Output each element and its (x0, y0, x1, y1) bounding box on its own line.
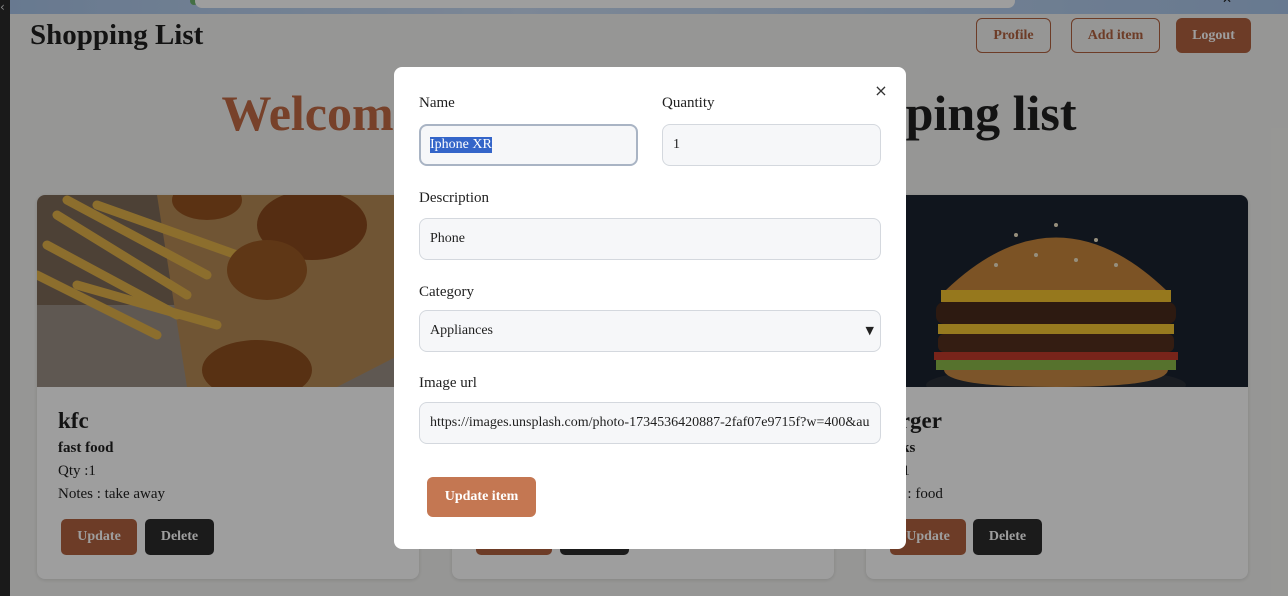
category-value: Appliances (430, 323, 493, 338)
image-url-field[interactable]: https://images.unsplash.com/photo-173453… (419, 402, 881, 444)
quantity-label: Quantity (662, 95, 715, 111)
name-value: Iphone XR (430, 137, 492, 153)
category-select[interactable]: Appliances ▼ (419, 310, 881, 352)
quantity-field[interactable]: 1 (662, 124, 881, 166)
image-url-label: Image url (419, 375, 477, 391)
name-field[interactable]: Iphone XR (419, 124, 638, 166)
category-label: Category (419, 284, 474, 300)
description-value: Phone (430, 231, 465, 246)
chevron-down-icon: ▼ (865, 324, 874, 337)
close-icon[interactable]: × (872, 81, 890, 100)
description-label: Description (419, 190, 489, 206)
edit-item-modal: × Name Iphone XR Quantity 1 Description … (394, 67, 906, 549)
name-label: Name (419, 95, 455, 111)
quantity-value: 1 (673, 137, 680, 152)
update-item-button[interactable]: Update item (427, 477, 536, 517)
image-url-value: https://images.unsplash.com/photo-173453… (430, 415, 870, 430)
description-field[interactable]: Phone (419, 218, 881, 260)
